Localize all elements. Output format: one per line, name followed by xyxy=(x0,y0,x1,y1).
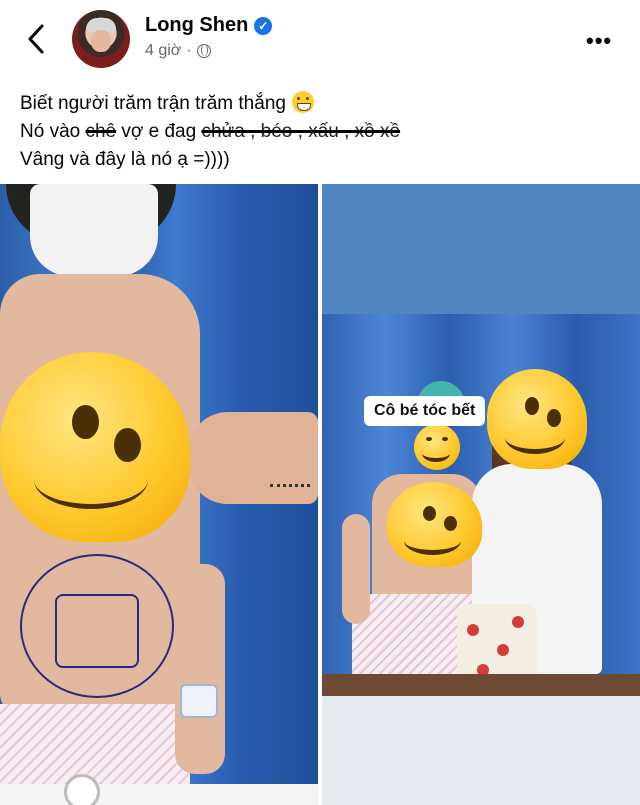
grin-emoji-icon xyxy=(291,91,314,113)
photo-caption-label: Cô bé tóc bết xyxy=(364,396,486,426)
face-mask xyxy=(30,184,158,276)
meta-separator: · xyxy=(186,42,192,59)
melting-face-emoji-icon xyxy=(0,352,190,542)
verified-icon: ✓ xyxy=(254,16,273,35)
marker-drawing xyxy=(55,594,139,668)
photo-background-top xyxy=(322,184,640,314)
photo-bottom-blank xyxy=(322,696,640,805)
post-text: Biết người trăm trận trăm thắng Nó vào c… xyxy=(20,90,620,174)
floor xyxy=(322,674,640,696)
laughing-emoji-icon xyxy=(414,424,460,470)
arm xyxy=(175,564,225,774)
phone-home-button xyxy=(64,774,100,805)
post-time[interactable]: 4 giờ xyxy=(145,42,181,60)
hospital-bracelet xyxy=(180,684,218,718)
post-line-2: Nó vào chê vợ e đag chửa , béo , xấu , x… xyxy=(20,121,401,142)
post-header: Long Shen ✓ 4 giờ · ••• xyxy=(0,0,640,80)
photo-left[interactable] xyxy=(0,184,318,805)
avatar[interactable] xyxy=(72,10,130,68)
globe-icon xyxy=(196,44,211,58)
tattoo xyxy=(270,484,310,505)
strikethrough-text-1: chê xyxy=(85,121,117,142)
more-options-button[interactable]: ••• xyxy=(586,28,612,54)
strikethrough-text-2: chửa , béo , xấu , xồ xề xyxy=(201,121,401,142)
phone-edge xyxy=(0,784,318,805)
back-icon[interactable] xyxy=(22,22,52,56)
post-meta: 4 giờ · xyxy=(145,42,211,60)
author-name[interactable]: Long Shen xyxy=(145,14,248,37)
post-line-1: Biết người trăm trận trăm thắng xyxy=(20,90,620,118)
post-line-3: Vâng và đây là nó ạ =)))) xyxy=(20,149,230,170)
melting-face-emoji-icon xyxy=(387,482,482,567)
melting-face-emoji-icon xyxy=(487,369,587,469)
author-row: Long Shen ✓ xyxy=(145,14,273,37)
photo-right[interactable]: Cô bé tóc bết xyxy=(322,184,640,805)
